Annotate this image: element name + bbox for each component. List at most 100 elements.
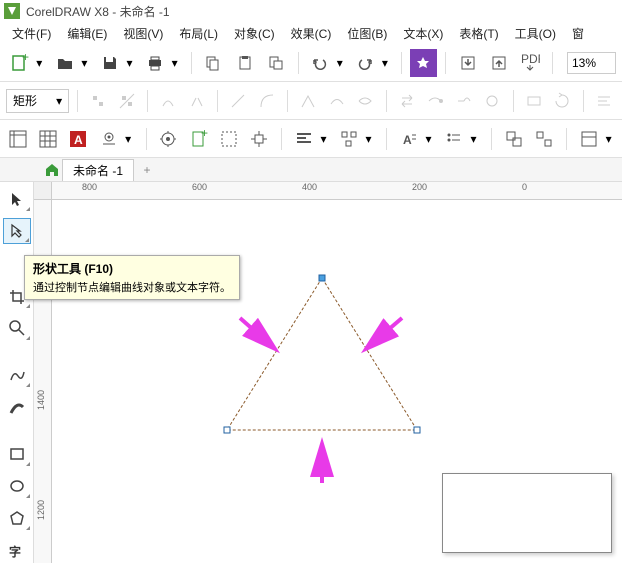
menu-bitmap[interactable]: 位图(B)	[339, 23, 395, 44]
clipboard-button[interactable]	[262, 49, 289, 77]
menu-tools[interactable]: 工具(O)	[507, 23, 564, 44]
extract-button[interactable]	[451, 87, 476, 115]
align-left-button[interactable]	[292, 125, 316, 153]
cusp-node-button[interactable]	[296, 87, 321, 115]
print-button[interactable]	[141, 49, 168, 77]
snap-to-button[interactable]	[247, 125, 271, 153]
undo-dropdown-icon[interactable]: ▾	[336, 56, 344, 70]
symmetric-node-button[interactable]	[353, 87, 378, 115]
launch-button[interactable]	[410, 49, 437, 77]
bullets-button[interactable]	[442, 125, 466, 153]
svg-text:字: 字	[9, 544, 21, 559]
menu-effect[interactable]: 效果(C)	[283, 23, 340, 44]
align-button[interactable]	[591, 87, 616, 115]
menu-text[interactable]: 文本(X)	[395, 23, 451, 44]
object-props-dropdown-icon[interactable]: ▾	[605, 132, 612, 146]
close-curve-button[interactable]	[480, 87, 505, 115]
save-button[interactable]	[96, 49, 123, 77]
node-add-button[interactable]	[86, 87, 111, 115]
print-dropdown-icon[interactable]: ▾	[171, 56, 179, 70]
text-styles-button[interactable]: A	[397, 125, 421, 153]
ruler-tick: 800	[82, 182, 97, 192]
add-page-button[interactable]: +	[187, 125, 211, 153]
menu-file[interactable]: 文件(F)	[4, 23, 59, 44]
distribute-button[interactable]	[337, 125, 361, 153]
shape-tool[interactable]	[3, 218, 31, 244]
view-dropdown-icon[interactable]: ▾	[125, 132, 132, 146]
menu-table[interactable]: 表格(T)	[451, 23, 506, 44]
align-dropdown-icon[interactable]: ▾	[320, 132, 327, 146]
view-toggle-button[interactable]	[96, 125, 120, 153]
ruler-origin[interactable]	[34, 182, 52, 200]
import-button[interactable]	[454, 49, 481, 77]
extend-button[interactable]	[423, 87, 448, 115]
menu-edit[interactable]: 编辑(E)	[59, 23, 115, 44]
bullets-dropdown-icon[interactable]: ▾	[470, 132, 477, 146]
page-boundary	[442, 473, 612, 553]
open-dropdown-icon[interactable]: ▾	[80, 56, 88, 70]
ruler-tick: 200	[412, 182, 427, 192]
pick-tool[interactable]	[3, 186, 31, 212]
join-nodes-button[interactable]	[156, 87, 181, 115]
separator	[513, 90, 514, 112]
separator	[583, 90, 584, 112]
new-button[interactable]: +	[6, 49, 33, 77]
zoom-value: 13%	[572, 56, 596, 70]
to-curve-button[interactable]	[254, 87, 279, 115]
separator	[281, 128, 282, 150]
menu-object[interactable]: 对象(C)	[226, 23, 283, 44]
redo-dropdown-icon[interactable]: ▾	[381, 56, 389, 70]
new-dropdown-icon[interactable]: ▾	[35, 56, 43, 70]
zoom-input[interactable]: 13%	[567, 52, 616, 74]
reverse-button[interactable]	[394, 87, 419, 115]
pdf-button[interactable]: PDF	[517, 49, 544, 77]
paste-button[interactable]	[231, 49, 258, 77]
text-tool[interactable]: 字	[3, 537, 31, 563]
svg-text:+: +	[22, 54, 29, 64]
break-node-button[interactable]	[184, 87, 209, 115]
ungroup-button[interactable]	[532, 125, 556, 153]
to-line-button[interactable]	[226, 87, 251, 115]
open-button[interactable]	[51, 49, 78, 77]
freehand-tool[interactable]	[3, 363, 31, 389]
node-delete-button[interactable]	[115, 87, 140, 115]
menu-view[interactable]: 视图(V)	[115, 23, 171, 44]
zoom-tool[interactable]	[3, 315, 31, 341]
object-props-button[interactable]	[577, 125, 601, 153]
ellipse-tool[interactable]	[3, 473, 31, 499]
horizontal-ruler[interactable]: 800 600 400 200 0	[52, 182, 622, 200]
home-icon[interactable]	[42, 160, 62, 180]
export-button[interactable]	[485, 49, 512, 77]
redo-button[interactable]	[352, 49, 379, 77]
options-button[interactable]	[156, 125, 180, 153]
rectangle-tool[interactable]	[3, 442, 31, 468]
shape-preset-select[interactable]: 矩形 ▾	[6, 89, 69, 113]
polygon-tool[interactable]	[3, 505, 31, 531]
menu-window[interactable]: 窗	[564, 23, 592, 44]
distribute-dropdown-icon[interactable]: ▾	[365, 132, 372, 146]
separator	[401, 52, 402, 74]
tooltip-title: 形状工具 (F10)	[33, 260, 231, 277]
smooth-node-button[interactable]	[324, 87, 349, 115]
add-tab-button[interactable]: +	[138, 161, 156, 179]
group-button[interactable]	[502, 125, 526, 153]
document-tab[interactable]: 未命名 -1	[62, 159, 134, 181]
tab-label: 未命名 -1	[73, 162, 123, 179]
ruler-origin-button[interactable]	[6, 125, 30, 153]
rotate-button[interactable]	[550, 87, 575, 115]
ruler-tick: 1200	[36, 500, 46, 520]
toolbox: 字	[0, 182, 34, 563]
menu-layout[interactable]: 布局(L)	[171, 23, 226, 44]
undo-button[interactable]	[306, 49, 333, 77]
secondary-toolbar: A ▾ + ▾ ▾ A ▾ ▾ ▾	[0, 120, 622, 158]
artistic-media-tool[interactable]	[3, 394, 31, 420]
text-frame-button[interactable]: A	[66, 125, 90, 153]
grid-button[interactable]	[36, 125, 60, 153]
window-title: CorelDRAW X8 - 未命名 -1	[26, 3, 170, 20]
annotation-arrow	[352, 310, 412, 360]
text-styles-dropdown-icon[interactable]: ▾	[425, 132, 432, 146]
stretch-button[interactable]	[521, 87, 546, 115]
guidelines-button[interactable]	[217, 125, 241, 153]
copy-button[interactable]	[200, 49, 227, 77]
save-dropdown-icon[interactable]: ▾	[126, 56, 134, 70]
